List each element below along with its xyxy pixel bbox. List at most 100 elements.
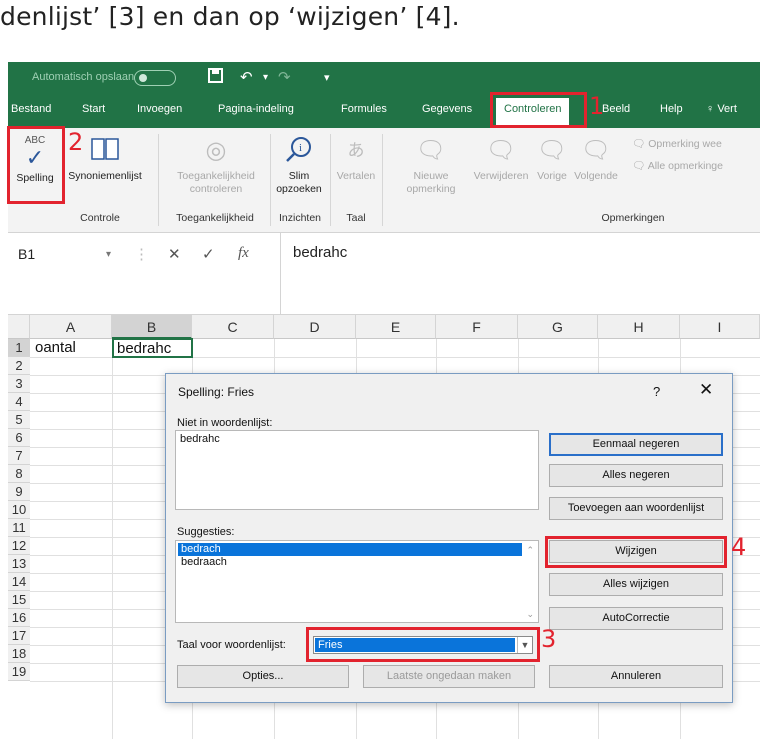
tab-formules[interactable]: Formules bbox=[341, 103, 387, 115]
column-header[interactable]: D bbox=[274, 315, 356, 339]
add-to-dictionary-button[interactable]: Toevoegen aan woordenlijst bbox=[549, 497, 723, 520]
new-comment-button[interactable]: 🗨 Nieuwe opmerking bbox=[404, 136, 458, 196]
row-header[interactable]: 11 bbox=[8, 519, 30, 537]
tab-bestand[interactable]: Bestand bbox=[11, 103, 51, 115]
not-in-dictionary-label: Niet in woordenlijst: bbox=[177, 417, 273, 429]
group-label-accessibility: Toegankelijkheid bbox=[176, 212, 254, 224]
delete-comment-label: Verwijderen bbox=[473, 170, 529, 182]
next-comment-button[interactable]: 🗨 Volgende bbox=[570, 136, 622, 183]
row-header[interactable]: 9 bbox=[8, 483, 30, 501]
previous-comment-icon: 🗨 bbox=[536, 137, 568, 164]
autocorrect-button[interactable]: AutoCorrectie bbox=[549, 607, 723, 630]
row-header[interactable]: 18 bbox=[8, 645, 30, 663]
column-header[interactable]: G bbox=[518, 315, 598, 339]
row-header[interactable]: 7 bbox=[8, 447, 30, 465]
row-header[interactable]: 3 bbox=[8, 375, 30, 393]
row-header[interactable]: 17 bbox=[8, 627, 30, 645]
vertical-dots-icon: ⋮ bbox=[134, 246, 149, 263]
undo-icon[interactable]: ↶ bbox=[240, 68, 253, 86]
next-comment-label: Volgende bbox=[574, 170, 618, 182]
tab-start[interactable]: Start bbox=[82, 103, 105, 115]
new-comment-label-1: Nieuwe bbox=[413, 170, 449, 182]
autosave-toggle[interactable] bbox=[134, 70, 176, 86]
tab-beeld[interactable]: Beeld bbox=[602, 103, 630, 115]
row-header[interactable]: 16 bbox=[8, 609, 30, 627]
previous-comment-label: Vorige bbox=[537, 170, 567, 182]
highlight-box-2 bbox=[7, 126, 65, 204]
previous-comment-button[interactable]: 🗨 Vorige bbox=[534, 136, 570, 183]
undo-last-button[interactable]: Laatste ongedaan maken bbox=[363, 665, 535, 688]
all-comments-button[interactable]: 🗨 Alle opmerkinge bbox=[632, 160, 723, 173]
redo-icon[interactable]: ↷ bbox=[278, 68, 291, 86]
row-header[interactable]: 2 bbox=[8, 357, 30, 375]
translate-button[interactable]: あ Vertalen bbox=[334, 136, 378, 183]
autosave-label: Automatisch opslaan bbox=[32, 71, 135, 83]
marker-3: 3 bbox=[541, 625, 557, 653]
name-box[interactable]: B1 bbox=[12, 243, 130, 267]
row-header[interactable]: 19 bbox=[8, 663, 30, 681]
help-icon[interactable]: ? bbox=[653, 384, 660, 399]
column-header[interactable]: B bbox=[112, 315, 192, 339]
cancel-button[interactable]: Annuleren bbox=[549, 665, 723, 688]
next-comment-icon: 🗨 bbox=[580, 137, 612, 164]
scroll-up-icon[interactable]: ⌃ bbox=[526, 545, 534, 556]
function-icon[interactable]: fx bbox=[238, 245, 249, 262]
name-box-dropdown-icon[interactable]: ▾ bbox=[106, 249, 111, 260]
ignore-once-button[interactable]: Eenmaal negeren bbox=[549, 433, 723, 456]
column-header[interactable]: H bbox=[598, 315, 680, 339]
row-header[interactable]: 12 bbox=[8, 537, 30, 555]
undo-dropdown-icon[interactable]: ▾ bbox=[263, 72, 268, 83]
suggestions-list[interactable]: bedrach bedraach ⌃ ⌄ bbox=[175, 540, 539, 623]
suggestion-item[interactable]: bedraach bbox=[178, 556, 522, 569]
select-all-corner[interactable] bbox=[8, 315, 30, 339]
scroll-down-icon[interactable]: ⌄ bbox=[526, 609, 534, 620]
column-header[interactable]: E bbox=[356, 315, 436, 339]
row-header[interactable]: 15 bbox=[8, 591, 30, 609]
highlight-box-1 bbox=[490, 92, 587, 128]
dictionary-language-label: Taal voor woordenlijst: bbox=[177, 639, 286, 651]
suggestion-item[interactable]: bedrach bbox=[178, 543, 522, 556]
options-button[interactable]: Opties... bbox=[177, 665, 349, 688]
cell-a1[interactable]: oantal bbox=[32, 339, 112, 357]
not-in-dictionary-field[interactable]: bedrahc bbox=[175, 430, 539, 510]
row-header[interactable]: 5 bbox=[8, 411, 30, 429]
column-header[interactable]: C bbox=[192, 315, 274, 339]
tab-vert-label: Vert bbox=[717, 103, 737, 115]
title-bar: Automatisch opslaan ↶ ▾ ↷ ▾ bbox=[8, 62, 760, 95]
cancel-icon[interactable]: ✕ bbox=[168, 245, 181, 263]
accessibility-button[interactable]: ◎ Toegankelijkheid controleren bbox=[166, 136, 266, 196]
enter-check-icon[interactable]: ✓ bbox=[202, 245, 215, 263]
close-icon[interactable]: ✕ bbox=[699, 380, 713, 400]
lightbulb-icon: ♀ bbox=[706, 103, 715, 115]
smart-lookup-button[interactable]: i Slim opzoeken bbox=[274, 136, 324, 196]
tab-pagina-indeling[interactable]: Pagina-indeling bbox=[218, 103, 294, 115]
change-all-button[interactable]: Alles wijzigen bbox=[549, 573, 723, 596]
tab-help[interactable]: Help bbox=[660, 103, 683, 115]
row-header[interactable]: 14 bbox=[8, 573, 30, 591]
row-header[interactable]: 8 bbox=[8, 465, 30, 483]
ignore-all-button[interactable]: Alles negeren bbox=[549, 464, 723, 487]
show-comment-button[interactable]: 🗨 Opmerking wee bbox=[632, 138, 722, 151]
group-separator bbox=[382, 134, 383, 226]
instruction-caption: denlijst’ [3] en dan op ‘wijzigen’ [4]. bbox=[0, 2, 460, 31]
marker-4: 4 bbox=[731, 533, 747, 561]
tab-gegevens[interactable]: Gegevens bbox=[422, 103, 472, 115]
row-header[interactable]: 10 bbox=[8, 501, 30, 519]
translate-label: Vertalen bbox=[336, 170, 376, 182]
tab-vert[interactable]: ♀ Vert bbox=[706, 103, 737, 115]
column-header[interactable]: I bbox=[680, 315, 760, 339]
row-header[interactable]: 1 bbox=[8, 339, 30, 357]
delete-comment-button[interactable]: 🗨 Verwijderen bbox=[470, 136, 532, 183]
row-header[interactable]: 13 bbox=[8, 555, 30, 573]
row-header[interactable]: 4 bbox=[8, 393, 30, 411]
accessibility-check-icon: ◎ bbox=[205, 137, 227, 164]
cell-b1[interactable]: bedrahc bbox=[112, 338, 193, 358]
floppy-disk-icon[interactable] bbox=[208, 68, 223, 87]
group-label-insights: Inzichten bbox=[278, 212, 322, 224]
customize-qat-icon[interactable]: ▾ bbox=[324, 71, 330, 84]
column-header[interactable]: A bbox=[30, 315, 112, 339]
row-header[interactable]: 6 bbox=[8, 429, 30, 447]
formula-input[interactable]: bedrahc bbox=[280, 233, 760, 315]
column-header[interactable]: F bbox=[436, 315, 518, 339]
tab-invoegen[interactable]: Invoegen bbox=[137, 103, 182, 115]
